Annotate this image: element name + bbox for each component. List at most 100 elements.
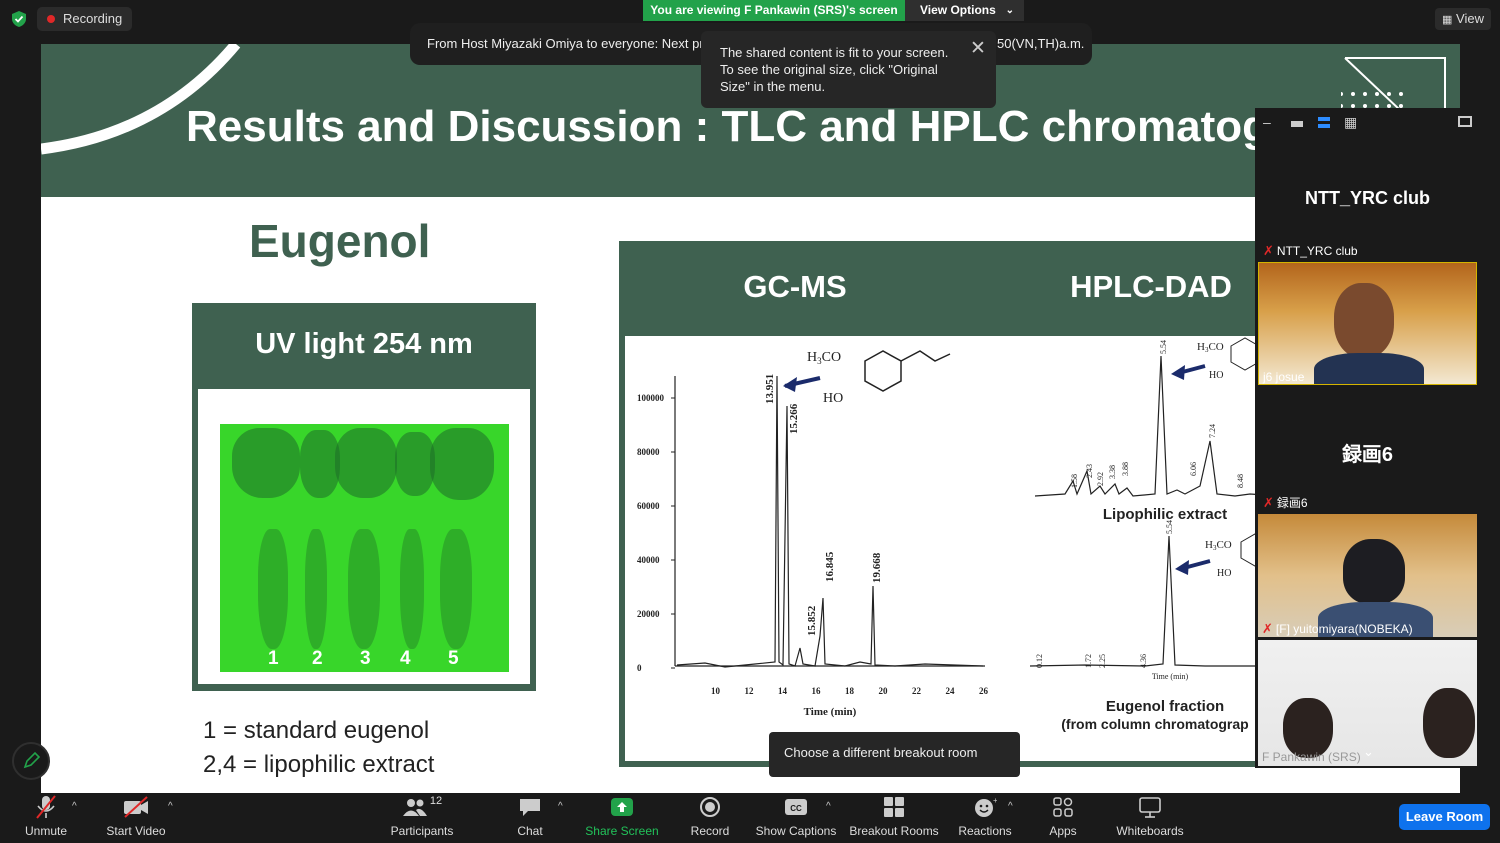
- hplc-top-peak-label: 2.43: [1085, 464, 1094, 478]
- tlc-plate-frame: 1 2 3 4 5: [198, 389, 530, 684]
- show-captions-label: Show Captions: [755, 824, 837, 838]
- gallery-view-icon[interactable]: ▦: [1344, 114, 1357, 131]
- record-icon: [700, 797, 720, 817]
- show-captions-button[interactable]: CC Show Captions: [755, 793, 837, 843]
- participant-label: ✗ 録画6: [1263, 495, 1308, 510]
- whiteboards-label: Whiteboards: [1116, 824, 1184, 838]
- gcms-peak-label: 15.852: [806, 605, 818, 636]
- reactions-label: Reactions: [958, 824, 1012, 838]
- chat-label: Chat: [517, 824, 543, 838]
- gcms-x-tick-label: 20: [879, 686, 889, 696]
- hplc-top-peak-label: 3.88: [1121, 462, 1130, 476]
- record-button[interactable]: Record: [686, 793, 734, 843]
- breakout-rooms-button[interactable]: Breakout Rooms: [848, 793, 940, 843]
- participants-count: 12: [429, 795, 443, 807]
- chevron-down-icon[interactable]: ⌄: [1363, 744, 1374, 760]
- video-off-icon: [124, 796, 148, 818]
- view-button[interactable]: ▦ View: [1435, 8, 1491, 30]
- chevron-up-icon[interactable]: ^: [826, 801, 831, 812]
- chat-button[interactable]: Chat: [510, 793, 550, 843]
- tile-name: NTT_YRC club: [1304, 188, 1430, 208]
- svg-text:H3CO: H3CO: [1197, 341, 1224, 354]
- tlc-spot: [395, 432, 435, 496]
- hplc-top-peak-label: 8.48: [1236, 474, 1245, 488]
- close-icon[interactable]: ✕: [970, 37, 986, 60]
- hplc-bottom-trace: [1029, 535, 1265, 667]
- gcms-peak-label: 16.845: [824, 551, 836, 582]
- gcms-y-tick-label: 100000: [637, 393, 665, 403]
- hplc-bottom-peak-label: 2.25: [1098, 654, 1107, 668]
- start-video-label: Start Video: [106, 824, 166, 838]
- tlc-streak: [305, 529, 327, 649]
- chevron-up-icon[interactable]: ^: [1008, 801, 1013, 812]
- gcms-x-tick-label: 18: [845, 686, 855, 696]
- chat-bubble-icon: [520, 799, 540, 816]
- svg-text:H3CO: H3CO: [1205, 539, 1232, 552]
- gcms-y-tick-label: 20000: [637, 609, 660, 619]
- share-screen-button[interactable]: Share Screen: [583, 793, 661, 843]
- mic-muted-icon: [36, 795, 56, 819]
- pencil-icon: [23, 751, 41, 769]
- lane-number: 1: [268, 648, 279, 669]
- svg-text:+: +: [993, 796, 997, 805]
- mic-muted-icon: ✗: [1262, 621, 1273, 636]
- participant-video[interactable]: j6 josue: [1258, 262, 1477, 385]
- tlc-panel: UV light 254 nm 1 2 3 4 5: [192, 303, 536, 691]
- gcms-x-tick-label: 26: [979, 686, 989, 696]
- start-video-button[interactable]: Start Video: [102, 793, 170, 843]
- security-shield-icon[interactable]: [10, 10, 28, 28]
- apps-icon: [1053, 797, 1073, 817]
- breakout-tooltip: Choose a different breakout room: [769, 732, 1020, 777]
- chevron-up-icon[interactable]: ^: [168, 801, 173, 812]
- gcms-y-tick-label: 0: [637, 663, 642, 673]
- viewing-screen-banner: You are viewing F Pankawin (SRS)'s scree…: [643, 0, 905, 21]
- gallery-toolbar: – ▦: [1255, 108, 1480, 140]
- reactions-button[interactable]: + Reactions: [957, 793, 1013, 843]
- apps-button[interactable]: Apps: [1042, 793, 1084, 843]
- uv-panel-title: UV light 254 nm: [255, 328, 473, 360]
- view-options-button[interactable]: View Options ⌄: [905, 0, 1024, 21]
- chromatogram-svg: 100000 80000 60000 40000 20000 0 10 12 14 16 18 20…: [637, 337, 1265, 732]
- hplc-bottom-peak-label: 4.36: [1139, 654, 1148, 668]
- chromatogram-panel: GC-MS HPLC-DAD 100000 80000 60000 40000 2000…: [619, 241, 1265, 767]
- chevron-up-icon[interactable]: ^: [558, 801, 563, 812]
- recording-label: Recording: [63, 11, 123, 26]
- unmute-button[interactable]: Unmute: [18, 793, 74, 843]
- gcms-x-tick-label: 14: [778, 686, 788, 696]
- chevron-up-icon[interactable]: ^: [72, 801, 77, 812]
- lane-number: 3: [360, 648, 371, 669]
- participant-video[interactable]: ✗ [F] yuitomiyara(NOBEKA): [1258, 514, 1477, 637]
- hplc-bottom-peak-label: 0.12: [1035, 654, 1044, 668]
- captions-icon: CC: [785, 799, 807, 815]
- lane-number: 2: [312, 648, 323, 669]
- tile-name: 録画6: [1341, 444, 1394, 466]
- record-label: Record: [690, 824, 730, 838]
- participant-video[interactable]: F Pankawin (SRS) ⌄: [1258, 640, 1477, 766]
- gcms-x-tick-label: 12: [745, 686, 755, 696]
- whiteboard-icon: [1139, 797, 1161, 818]
- gcms-x-label: Time (min): [804, 706, 857, 718]
- view-label: View: [1456, 11, 1484, 26]
- participants-button[interactable]: 12 Participants: [386, 793, 458, 843]
- arrow-head-icon: [1171, 365, 1185, 380]
- fit-to-screen-tooltip: The shared content is fit to your screen…: [701, 31, 996, 108]
- arrow-head-icon: [1175, 560, 1189, 575]
- hplc-top-peak-label: 6.06: [1189, 462, 1198, 476]
- tlc-spot: [335, 428, 397, 498]
- speaker-view-icon[interactable]: [1291, 121, 1303, 127]
- whiteboards-button[interactable]: Whiteboards: [1112, 793, 1188, 843]
- svg-text:H3CO: H3CO: [807, 350, 841, 366]
- tlc-streak: [400, 529, 424, 649]
- minimize-icon[interactable]: –: [1263, 114, 1271, 130]
- hplc-bottom-peak-label: 5.54: [1165, 520, 1174, 534]
- strip-view-icon[interactable]: [1318, 117, 1330, 128]
- annotate-pencil-button[interactable]: [12, 742, 50, 780]
- slide-title: Results and Discussion : TLC and HPLC ch…: [186, 102, 1311, 151]
- tlc-spot: [232, 428, 300, 498]
- chromatogram-figure: 100000 80000 60000 40000 20000 0 10 12 14 16 18 20…: [625, 336, 1265, 761]
- exit-fullscreen-icon[interactable]: [1458, 116, 1472, 127]
- participant-label: ✗ [F] yuitomiyara(NOBEKA): [1262, 621, 1413, 636]
- gcms-x-tick-label: 22: [912, 686, 922, 696]
- leave-room-button[interactable]: Leave Room: [1399, 804, 1490, 830]
- recording-indicator[interactable]: Recording: [37, 7, 133, 31]
